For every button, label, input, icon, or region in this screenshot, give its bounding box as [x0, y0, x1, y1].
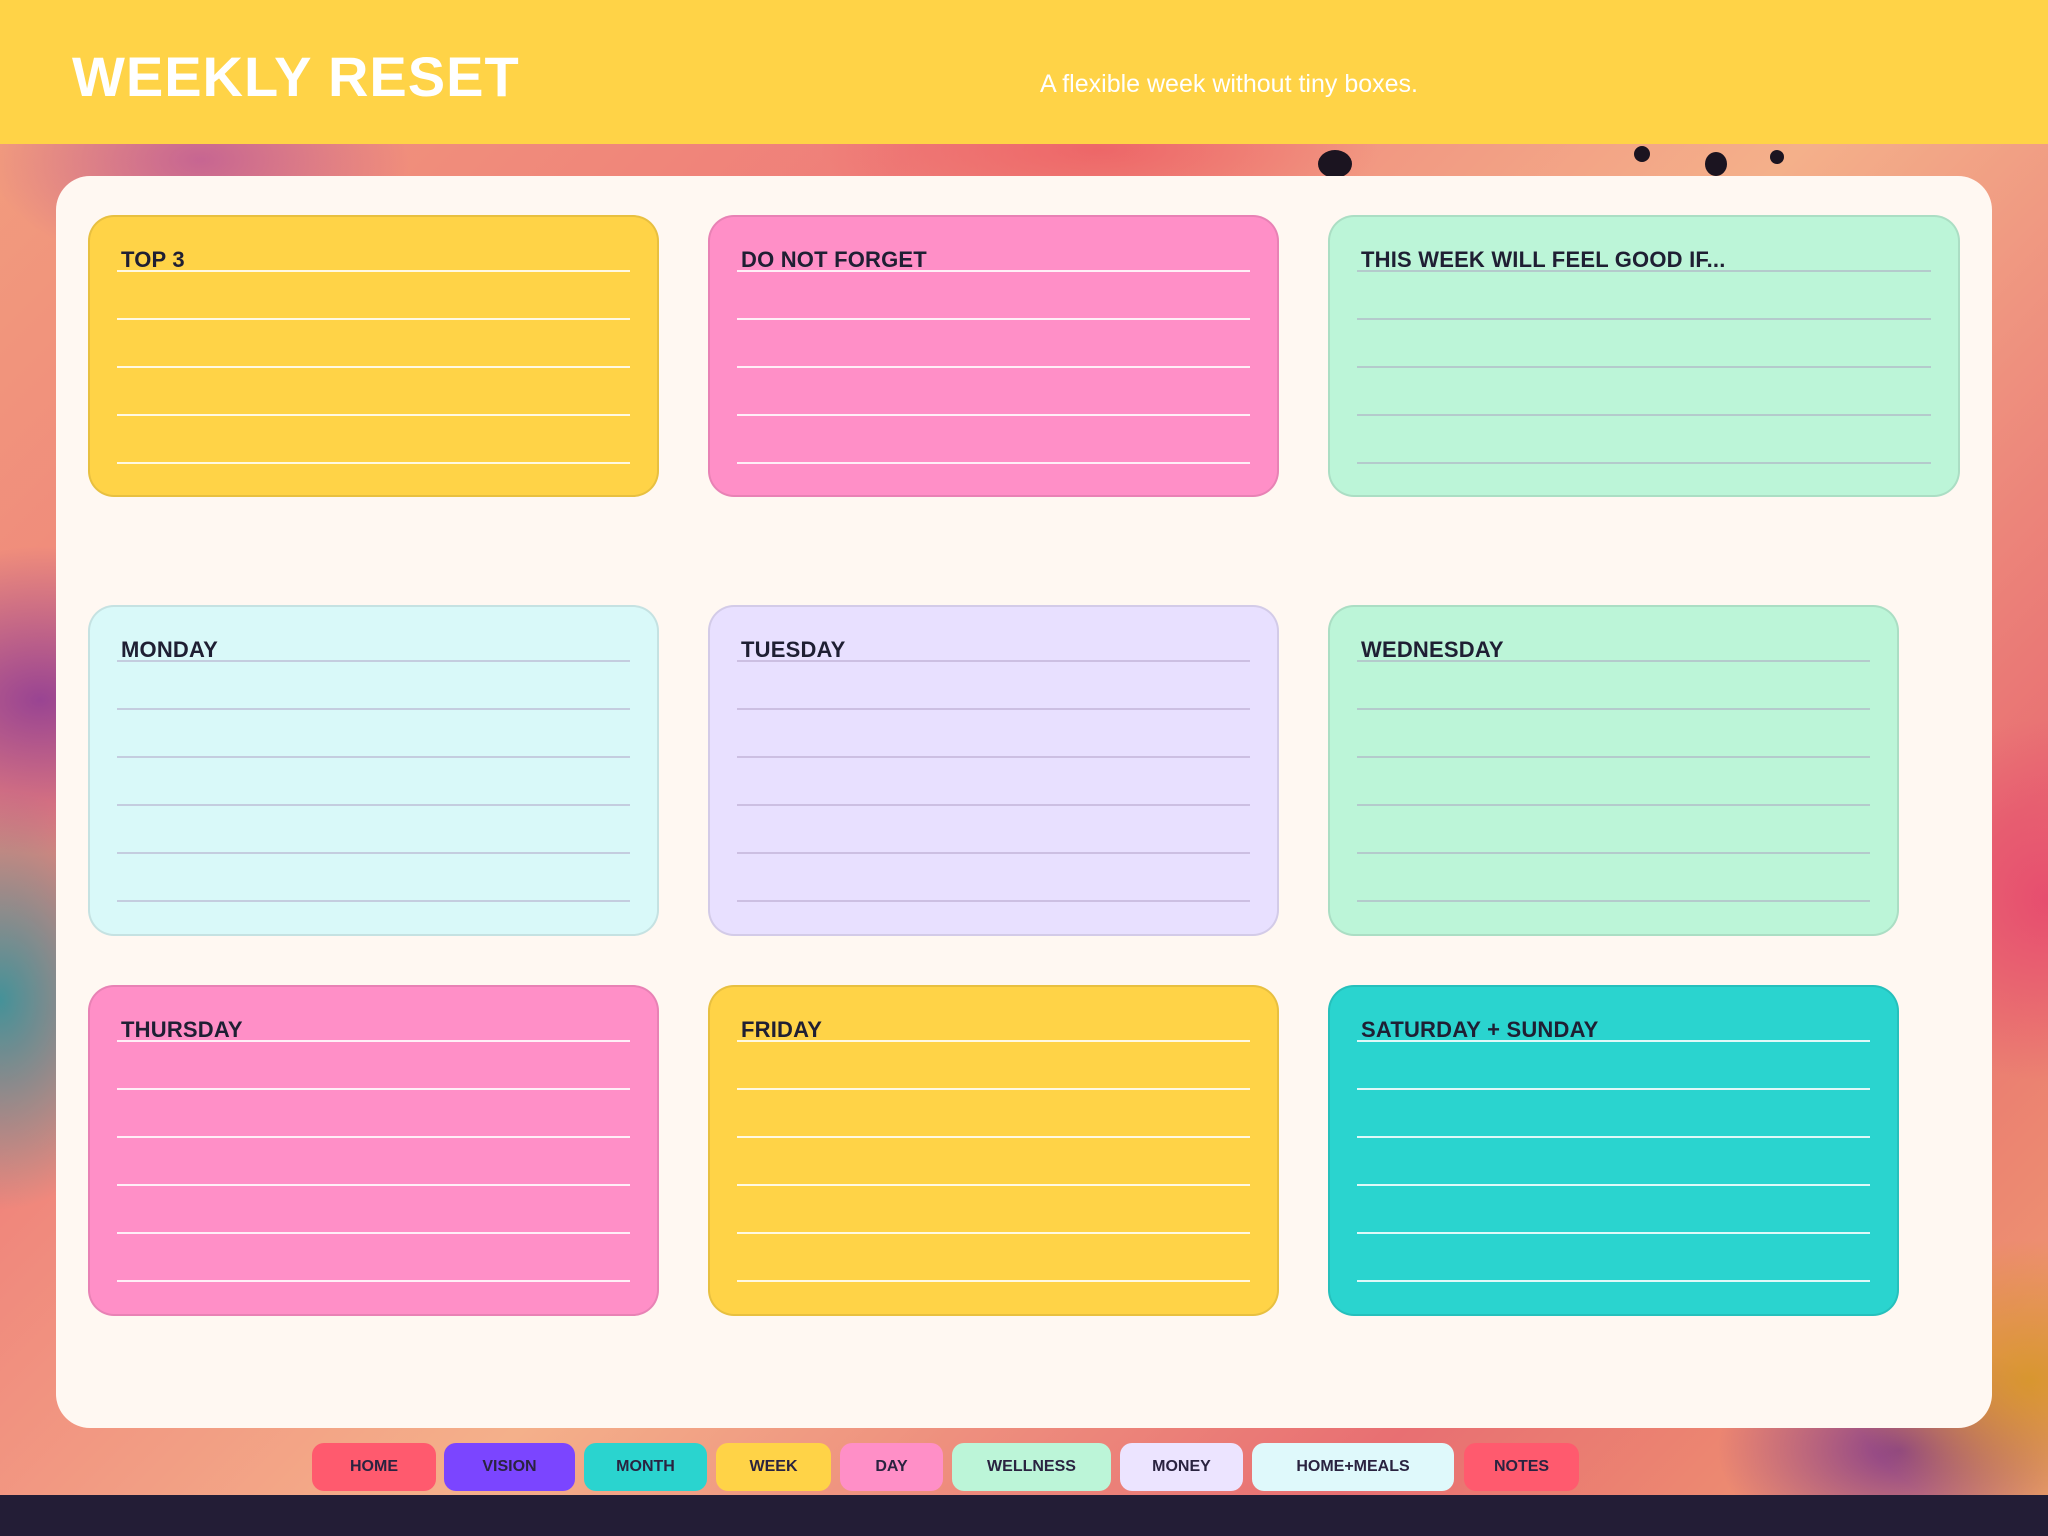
writing-line[interactable] [737, 366, 1250, 368]
card-thursday[interactable]: THURSDAY [88, 985, 659, 1316]
writing-line[interactable] [737, 804, 1250, 806]
paint-splatter [1770, 150, 1784, 164]
writing-line[interactable] [1357, 1184, 1870, 1186]
writing-line[interactable] [117, 462, 630, 464]
nav-week-button[interactable]: WEEK [716, 1443, 831, 1491]
writing-line[interactable] [737, 900, 1250, 902]
card-friday[interactable]: FRIDAY [708, 985, 1279, 1316]
writing-line[interactable] [737, 318, 1250, 320]
writing-line[interactable] [1357, 804, 1870, 806]
card-wednesday[interactable]: WEDNESDAY [1328, 605, 1899, 936]
writing-line[interactable] [1357, 318, 1931, 320]
writing-line[interactable] [117, 804, 630, 806]
planner-panel: TOP 3 DO NOT FORGET THIS WEEK WILL FEEL … [56, 176, 1992, 1428]
writing-line[interactable] [737, 756, 1250, 758]
writing-line[interactable] [117, 366, 630, 368]
writing-line[interactable] [117, 1280, 630, 1282]
writing-line[interactable] [117, 1040, 630, 1042]
writing-line[interactable] [737, 1040, 1250, 1042]
card-tuesday[interactable]: TUESDAY [708, 605, 1279, 936]
card-monday[interactable]: MONDAY [88, 605, 659, 936]
writing-line[interactable] [117, 660, 630, 662]
page-header: WEEKLY RESET A flexible week without tin… [0, 0, 2048, 144]
writing-line[interactable] [1357, 660, 1870, 662]
nav-wellness-button[interactable]: WELLNESS [952, 1443, 1111, 1491]
paint-splatter [1318, 150, 1352, 178]
paint-splatter [1634, 146, 1650, 162]
writing-line[interactable] [737, 660, 1250, 662]
writing-line[interactable] [117, 708, 630, 710]
writing-line[interactable] [117, 756, 630, 758]
writing-line[interactable] [117, 270, 630, 272]
writing-line[interactable] [117, 1184, 630, 1186]
writing-line[interactable] [737, 270, 1250, 272]
nav-vision-button[interactable]: VISION [444, 1443, 575, 1491]
nav-home-meals-button[interactable]: HOME+MEALS [1252, 1443, 1454, 1491]
paint-splatter [1705, 152, 1727, 176]
nav-month-button[interactable]: MONTH [584, 1443, 707, 1491]
writing-line[interactable] [1357, 1088, 1870, 1090]
writing-line[interactable] [737, 462, 1250, 464]
writing-line[interactable] [1357, 1280, 1870, 1282]
writing-line[interactable] [737, 1232, 1250, 1234]
writing-line[interactable] [1357, 414, 1931, 416]
page-subtitle: A flexible week without tiny boxes. [1040, 70, 1418, 98]
writing-line[interactable] [1357, 1232, 1870, 1234]
writing-line[interactable] [117, 318, 630, 320]
writing-line[interactable] [737, 1088, 1250, 1090]
nav-day-button[interactable]: DAY [840, 1443, 943, 1491]
card-top-3[interactable]: TOP 3 [88, 215, 659, 497]
writing-line[interactable] [117, 900, 630, 902]
page-title: WEEKLY RESET [72, 45, 520, 108]
writing-line[interactable] [737, 1184, 1250, 1186]
nav-home-button[interactable]: HOME [312, 1443, 436, 1491]
writing-line[interactable] [1357, 366, 1931, 368]
card-do-not-forget[interactable]: DO NOT FORGET [708, 215, 1279, 497]
nav-notes-button[interactable]: NOTES [1464, 1443, 1579, 1491]
writing-line[interactable] [1357, 756, 1870, 758]
card-weekend[interactable]: SATURDAY + SUNDAY [1328, 985, 1899, 1316]
writing-line[interactable] [1357, 708, 1870, 710]
writing-line[interactable] [737, 1280, 1250, 1282]
writing-line[interactable] [737, 414, 1250, 416]
nav-money-button[interactable]: MONEY [1120, 1443, 1243, 1491]
writing-line[interactable] [1357, 462, 1931, 464]
writing-line[interactable] [117, 1232, 630, 1234]
writing-line[interactable] [117, 852, 630, 854]
writing-line[interactable] [117, 1136, 630, 1138]
writing-line[interactable] [117, 414, 630, 416]
writing-line[interactable] [737, 1136, 1250, 1138]
writing-line[interactable] [1357, 1136, 1870, 1138]
footer-bar [0, 1495, 2048, 1536]
writing-line[interactable] [1357, 852, 1870, 854]
writing-line[interactable] [737, 708, 1250, 710]
writing-line[interactable] [1357, 900, 1870, 902]
writing-line[interactable] [1357, 1040, 1870, 1042]
writing-line[interactable] [1357, 270, 1931, 272]
card-feel-good[interactable]: THIS WEEK WILL FEEL GOOD IF... [1328, 215, 1960, 497]
writing-line[interactable] [117, 1088, 630, 1090]
writing-line[interactable] [737, 852, 1250, 854]
